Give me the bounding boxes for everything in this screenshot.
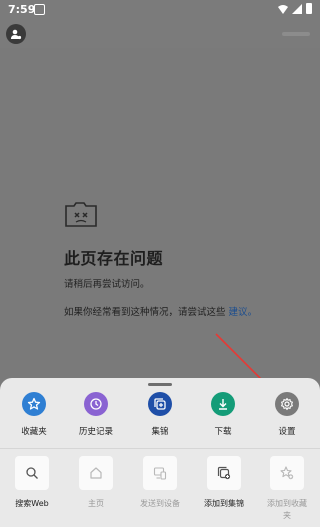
suggestion-text: 如果你经常看到这种情况，请尝试这些 bbox=[64, 307, 226, 318]
primary-actions-row: 收藏夹 历史记录 集锦 下载 设置 bbox=[0, 392, 320, 448]
error-title: 此页存在问题 bbox=[64, 249, 164, 268]
settings-circle bbox=[275, 392, 299, 416]
home-button[interactable]: 主页 bbox=[68, 456, 124, 510]
notification-app-icon bbox=[34, 4, 45, 15]
home-label: 主页 bbox=[88, 499, 104, 508]
search-web-label: 搜索Web bbox=[15, 499, 49, 508]
bottom-menu-sheet: 收藏夹 历史记录 集锦 下载 设置 搜索Web 主页 发送到设备 添加到集锦 添… bbox=[0, 378, 320, 527]
status-icons bbox=[278, 3, 312, 14]
status-bar: 7:59 bbox=[0, 0, 320, 20]
favorites-label: 收藏夹 bbox=[21, 427, 47, 437]
downloads-button[interactable]: 下载 bbox=[195, 392, 251, 437]
add-to-favorites-label: 添加到收藏夹 bbox=[267, 499, 307, 520]
address-bar-indicator bbox=[282, 32, 310, 36]
signal-icon bbox=[292, 3, 302, 14]
collections-label: 集锦 bbox=[151, 427, 169, 437]
menu-divider bbox=[0, 448, 320, 449]
person-icon bbox=[11, 29, 22, 40]
favorites-circle bbox=[22, 392, 46, 416]
history-label: 历史记录 bbox=[78, 427, 113, 437]
status-time: 7:59 bbox=[8, 3, 36, 16]
add-to-collection-box bbox=[207, 456, 241, 490]
suggestion-period: 。 bbox=[247, 307, 258, 318]
broken-page-icon bbox=[65, 202, 97, 227]
search-web-box bbox=[15, 456, 49, 490]
drag-handle[interactable] bbox=[148, 383, 172, 386]
add-to-collection-label: 添加到集锦 bbox=[204, 499, 244, 508]
error-suggestion: 如果你经常看到这种情况，请尝试这些 建议。 bbox=[64, 304, 257, 318]
send-to-device-label: 发送到设备 bbox=[140, 499, 180, 508]
favorites-button[interactable]: 收藏夹 bbox=[6, 392, 62, 437]
settings-button[interactable]: 设置 bbox=[259, 392, 315, 437]
star-icon bbox=[27, 397, 41, 410]
home-icon bbox=[90, 467, 102, 479]
add-to-collection-icon bbox=[217, 466, 231, 480]
battery-icon bbox=[306, 3, 312, 14]
downloads-circle bbox=[211, 392, 235, 416]
history-circle bbox=[84, 392, 108, 416]
suggestions-link[interactable]: 建议 bbox=[229, 307, 248, 318]
gear-icon bbox=[281, 397, 293, 411]
add-to-favorites-box bbox=[270, 456, 304, 490]
secondary-actions-row: 搜索Web 主页 发送到设备 添加到集锦 添加到收藏夹 bbox=[0, 456, 320, 526]
wifi-icon bbox=[278, 4, 288, 14]
send-to-device-button[interactable]: 发送到设备 bbox=[132, 456, 188, 510]
add-to-favorites-icon bbox=[280, 466, 294, 480]
profile-avatar[interactable] bbox=[6, 24, 26, 44]
error-message: 请稍后再尝试访问。 bbox=[64, 279, 150, 290]
collections-icon bbox=[154, 398, 166, 410]
settings-label: 设置 bbox=[278, 427, 296, 437]
browser-top-bar bbox=[0, 20, 320, 48]
history-icon bbox=[90, 398, 102, 410]
error-page: 此页存在问题 请稍后再尝试访问。 如果你经常看到这种情况，请尝试这些 建议。 刷… bbox=[0, 48, 320, 407]
home-box bbox=[79, 456, 113, 490]
send-to-device-box bbox=[143, 456, 177, 490]
add-to-collection-button[interactable]: 添加到集锦 bbox=[196, 456, 252, 510]
history-button[interactable]: 历史记录 bbox=[68, 392, 124, 437]
search-web-button[interactable]: 搜索Web bbox=[4, 456, 60, 510]
collections-button[interactable]: 集锦 bbox=[132, 392, 188, 437]
download-icon bbox=[219, 399, 227, 410]
send-to-device-icon bbox=[153, 467, 167, 480]
search-icon bbox=[26, 467, 38, 479]
add-to-favorites-button[interactable]: 添加到收藏夹 bbox=[259, 456, 315, 522]
collections-circle bbox=[148, 392, 172, 416]
downloads-label: 下载 bbox=[214, 427, 232, 437]
